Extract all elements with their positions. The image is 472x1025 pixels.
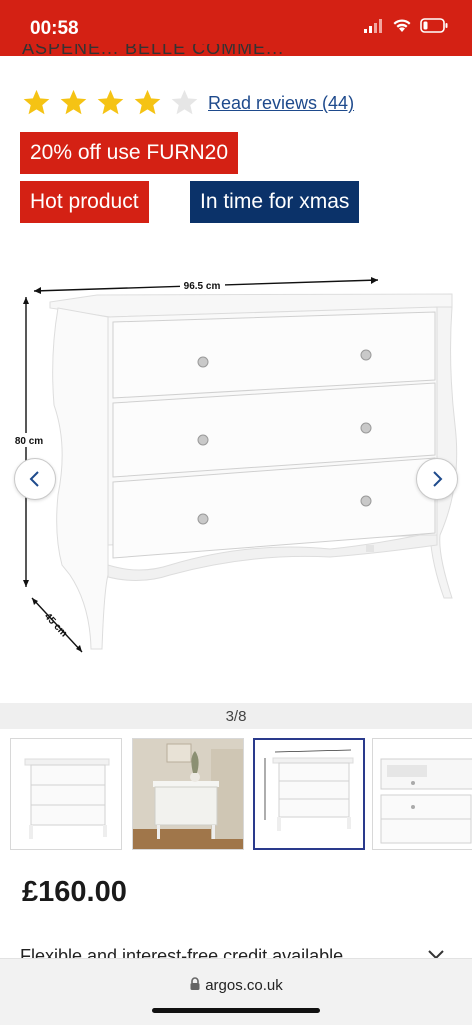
gallery-next-button[interactable] — [416, 458, 458, 500]
xmas-badge: In time for xmas — [190, 181, 360, 223]
product-title-partial: ASPENE... BELLE COMME... — [22, 44, 285, 56]
star-filled-icon — [97, 89, 124, 115]
gallery-prev-button[interactable] — [14, 458, 56, 500]
discount-badge: 20% off use FURN20 — [20, 132, 239, 174]
star-empty-icon — [171, 89, 198, 115]
thumbnail-image — [133, 739, 243, 849]
thumbnail-image — [264, 749, 354, 831]
lock-icon — [190, 977, 200, 990]
chevron-left-icon — [29, 471, 39, 487]
wifi-icon — [393, 19, 411, 32]
gallery-counter: 3/8 — [225, 708, 247, 725]
cellular-signal-icon — [364, 18, 382, 33]
url-display[interactable]: argos.co.uk — [0, 977, 472, 994]
height-dimension-label: 80 cm — [15, 436, 43, 447]
status-time: 00:58 — [30, 18, 79, 39]
read-reviews-link[interactable]: Read reviews (44) — [208, 93, 354, 114]
product-main-image: 96.5 cm 80 cm 45 cm — [13, 277, 458, 653]
battery-low-icon — [420, 18, 448, 33]
chevron-right-icon — [433, 471, 443, 487]
thumbnail-image — [24, 758, 110, 839]
star-filled-icon — [60, 89, 87, 115]
thumbnail-4[interactable] — [372, 738, 472, 850]
thumbnail-2[interactable] — [132, 738, 244, 850]
url-text: argos.co.uk — [205, 977, 283, 994]
star-rating — [22, 88, 207, 117]
thumbnail-3[interactable] — [253, 738, 365, 850]
product-price: £160.00 — [22, 876, 127, 908]
thumbnail-strip[interactable] — [10, 738, 472, 852]
home-indicator[interactable] — [152, 1008, 320, 1013]
product-image-gallery[interactable]: 96.5 cm 80 cm 45 cm — [0, 245, 472, 700]
width-dimension-label: 96.5 cm — [184, 281, 221, 292]
browser-url-bar[interactable]: argos.co.uk — [0, 958, 472, 1025]
depth-dimension-label: 45 cm — [42, 611, 69, 639]
thumbnail-1[interactable] — [10, 738, 122, 850]
hot-product-badge: Hot product — [20, 181, 149, 223]
star-filled-icon — [134, 89, 161, 115]
thumbnail-image — [380, 758, 472, 844]
star-filled-icon — [23, 89, 50, 115]
status-icons — [364, 18, 448, 33]
